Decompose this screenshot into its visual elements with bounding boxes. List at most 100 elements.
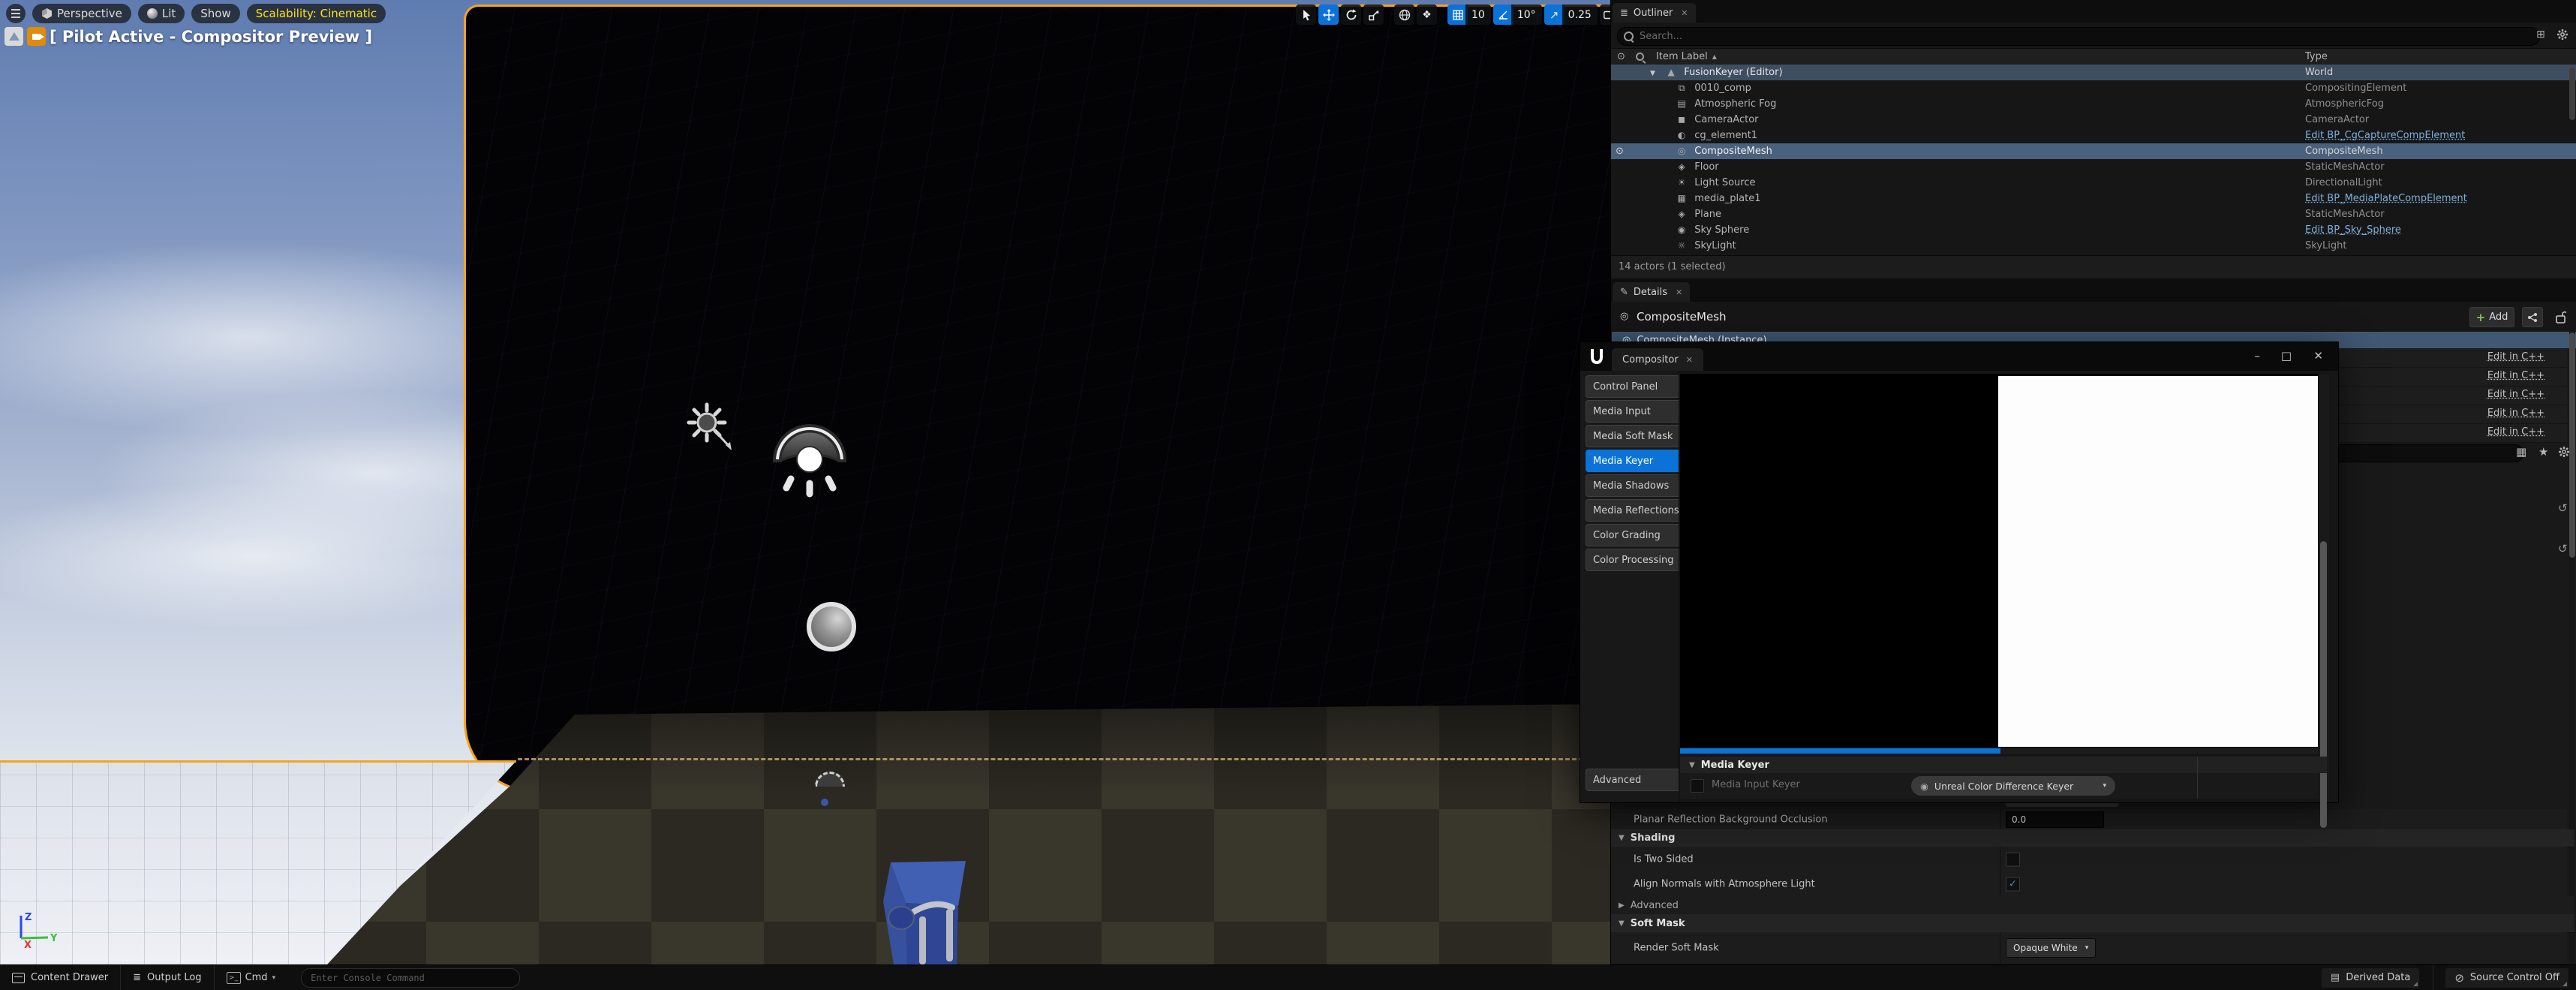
outliner-row[interactable]: ◉ Sky Sphere Edit BP_Sky_Sphere [1611,222,2576,238]
property-row-two-sided[interactable]: Is Two Sided ✓ [1611,847,2567,872]
eject-pilot-icon[interactable] [5,27,23,46]
edit-in-cpp-link[interactable]: Edit in C++ [2487,426,2544,438]
console-command-input[interactable] [301,968,520,988]
compositor-nav-tab[interactable]: Media Shadows [1586,474,1679,497]
camera-speed-button[interactable] [1600,5,1610,25]
align-normals-checkbox[interactable]: ✓ [2006,877,2020,891]
media-input-keyer-checkbox[interactable] [1691,779,1704,793]
reset-property-icon[interactable]: ↺ [2558,501,2568,515]
filter-icon[interactable]: ⊞ [2536,29,2545,41]
outliner-row[interactable]: ◐ cg_element1 Edit BP_CgCaptureCompEleme… [1611,128,2576,143]
visibility-column-icon[interactable]: ⊙ [1617,51,1625,62]
outliner-row[interactable]: ☀ Light Source DirectionalLight [1611,175,2576,191]
angle-snap-button[interactable] [1493,5,1513,25]
world-local-toggle-button[interactable] [1394,5,1414,25]
close-icon[interactable]: ✕ [1681,8,1688,18]
actor-type[interactable]: World [2305,65,2333,80]
type-column[interactable]: Type [2305,51,2328,62]
section-shading[interactable]: ▼ Shading [1611,829,2574,847]
grid-snap-button[interactable] [1447,5,1468,25]
compositor-window[interactable]: Compositor ✕ – □ ✕ Control Panel Media I… [1580,342,2339,803]
gear-icon[interactable] [2556,29,2568,41]
actor-type[interactable]: StaticMeshActor [2305,206,2385,222]
viewport-menu-button[interactable] [6,4,26,23]
source-control-button[interactable]: ⊘ Source Control Off [2445,968,2568,988]
outliner-search[interactable] [1617,27,2540,46]
compositor-nav-tab-advanced[interactable]: Advanced [1586,769,1679,791]
camera-actor-mesh[interactable] [874,859,983,964]
tab-outliner[interactable]: ≣ Outliner ✕ [1613,3,1696,23]
maximize-icon[interactable]: □ [2281,349,2292,363]
tab-compositor[interactable]: Compositor ✕ [1612,348,1703,371]
move-tool-button[interactable] [1318,5,1339,25]
render-soft-mask-dropdown[interactable]: Opaque White ▾ [2006,938,2096,958]
output-log-button[interactable]: ≣ Output Log [121,965,213,990]
keyer-type-dropdown[interactable]: ◉ Unreal Color Difference Keyer ▾ [1911,776,2115,796]
preview-vscrollbar-thumb[interactable] [2320,541,2327,828]
close-icon[interactable]: ✕ [1686,355,1693,365]
outliner-row[interactable]: ☼ SkyLight SkyLight [1611,238,2576,254]
scale-tool-button[interactable] [1363,5,1384,25]
skylight-gizmo[interactable] [768,416,851,501]
actor-type[interactable]: Edit BP_Sky_Sphere [2305,222,2401,238]
preview-hscrollbar-thumb[interactable] [1680,748,2000,754]
expand-caret[interactable]: ▼ [1650,66,1661,82]
pin-column-icon[interactable] [1636,53,1644,61]
compositor-nav-tab[interactable]: Media Keyer [1586,450,1679,472]
close-icon[interactable]: ✕ [1676,287,1682,297]
compositor-nav-tab[interactable]: Media Soft Mask [1586,425,1679,447]
compositor-nav-tab[interactable]: Color Processing [1586,549,1679,571]
property-row-planar[interactable]: Planar Reflection Background Occlusion 0… [1611,809,2567,830]
outliner-scrollbar[interactable] [2569,68,2575,120]
outliner-row[interactable]: ▤ Atmospheric Fog AtmosphericFog [1611,96,2576,112]
surface-snap-button[interactable]: ❖ [1417,5,1437,25]
actor-type[interactable]: AtmosphericFog [2305,96,2384,112]
outliner-row[interactable]: ⊙ ◎ CompositeMesh CompositeMesh [1611,143,2576,159]
item-label-column[interactable]: Item Label [1656,51,1708,62]
grid-snap-value[interactable]: 10 [1465,5,1491,25]
actor-type[interactable]: Edit BP_MediaPlateCompElement [2305,191,2467,206]
content-drawer-button[interactable]: Content Drawer [0,965,120,990]
outliner-column-header[interactable]: ⊙ Item Label ▲ Type [1611,48,2576,65]
actor-type[interactable]: Edit BP_CgCaptureCompElement [2305,128,2465,143]
edit-in-cpp-link[interactable]: Edit in C++ [2487,408,2544,419]
search-input[interactable] [1638,30,2533,43]
edit-in-cpp-link[interactable]: Edit in C++ [2487,389,2544,400]
eye-icon[interactable]: ⊙ [1616,143,1624,159]
scale-snap-value[interactable]: 0.25 [1562,5,1598,25]
lit-button[interactable]: Lit [138,4,185,23]
gear-icon[interactable] [2558,446,2570,458]
actor-type[interactable]: DirectionalLight [2305,175,2382,191]
compositor-titlebar[interactable]: Compositor ✕ – □ ✕ [1580,342,2338,371]
media-keyer-section-header[interactable]: ▼ Media Keyer [1680,757,2327,773]
compositor-nav-tab[interactable]: Media Input [1586,400,1679,423]
actor-type[interactable]: StaticMeshActor [2305,159,2385,175]
perspective-button[interactable]: Perspective [32,4,131,23]
atmospheric-fog-gizmo[interactable] [807,602,856,651]
directional-light-gizmo[interactable] [684,400,738,459]
compositor-nav-tab[interactable]: Control Panel [1586,375,1679,398]
edit-in-cpp-link[interactable]: Edit in C++ [2487,351,2544,363]
small-sphere-gizmo[interactable] [821,799,828,806]
section-soft-mask[interactable]: ▼ Soft Mask [1611,914,2574,933]
outliner-row[interactable]: ▼ ▲ FusionKeyer (Editor) World [1611,65,2576,80]
minimize-icon[interactable]: – [2255,349,2261,363]
add-component-button[interactable]: + Add [2469,307,2514,327]
outliner-row[interactable]: ◈ Plane StaticMeshActor [1611,206,2576,222]
media-plate-selected[interactable] [464,5,1610,793]
blueprint-button[interactable] [2522,307,2543,327]
planar-occlusion-field[interactable]: 0.0 [2006,811,2104,828]
actor-type[interactable]: CompositingElement [2305,80,2406,96]
scalability-button[interactable]: Scalability: Cinematic [247,4,386,23]
favorites-icon[interactable]: ★ [2538,445,2548,459]
outliner-row[interactable]: ◼ CameraActor CameraActor [1611,112,2576,128]
level-viewport[interactable]: Z Y X Perspective Lit Show Scalability: … [0,0,1610,964]
actor-type[interactable]: CompositeMesh [2305,143,2383,159]
property-row-align-normals[interactable]: Align Normals with Atmosphere Light ✓ [1611,871,2567,897]
outliner-row[interactable]: ◈ Floor StaticMeshActor [1611,159,2576,175]
actor-type[interactable]: SkyLight [2305,238,2346,254]
tab-details[interactable]: ✎ Details ✕ [1613,282,1690,302]
select-tool-button[interactable] [1296,5,1316,25]
edit-in-cpp-link[interactable]: Edit in C++ [2487,370,2544,381]
compositor-nav-tab[interactable]: Media Reflections [1586,499,1679,522]
